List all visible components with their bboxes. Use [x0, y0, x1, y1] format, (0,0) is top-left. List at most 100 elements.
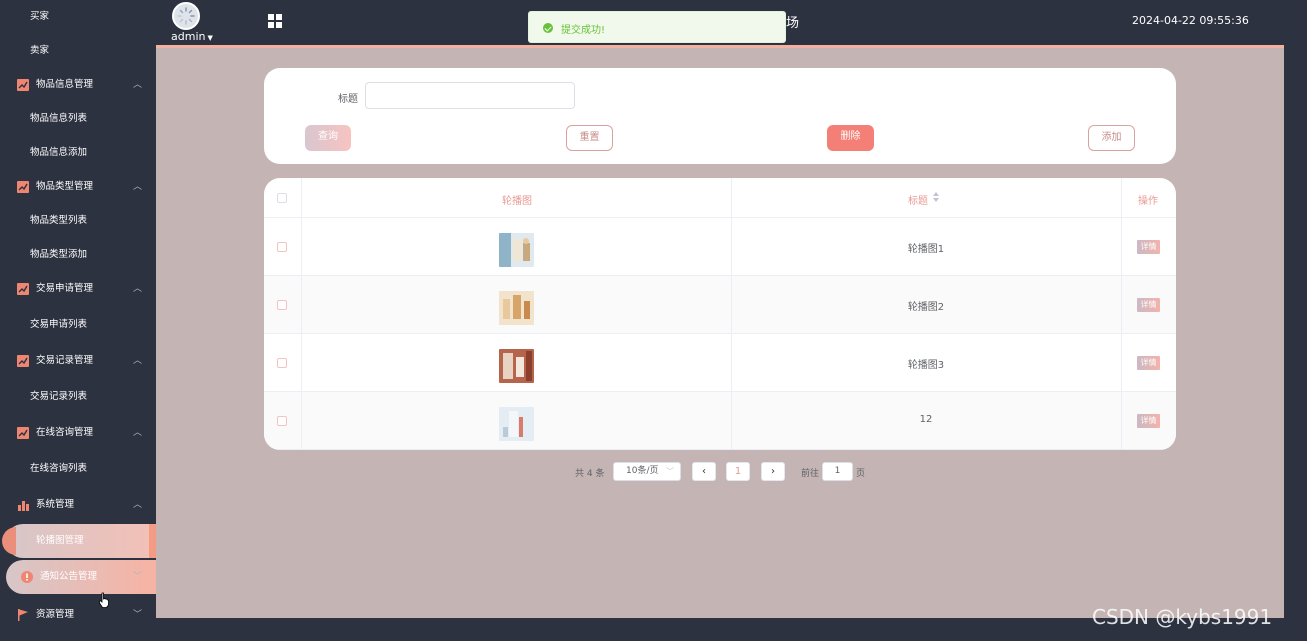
- sidebar-item-label: 轮播图管理: [36, 535, 84, 546]
- sidebar-item-label: 物品类型管理: [36, 181, 94, 192]
- detail-button[interactable]: 详情: [1137, 240, 1160, 254]
- carousel-thumbnail[interactable]: [499, 407, 534, 441]
- sidebar-group-item-type[interactable]: 物品类型管理 ︿: [0, 170, 156, 204]
- reset-button[interactable]: 重置: [566, 125, 613, 151]
- add-button[interactable]: 添加: [1088, 125, 1135, 151]
- sidebar-item-seller[interactable]: 卖家: [0, 34, 156, 68]
- column-header-action: 操作: [1138, 196, 1158, 207]
- sidebar-group-trade-record[interactable]: 交易记录管理 ︿: [0, 344, 156, 378]
- sidebar-group-trade-request[interactable]: 交易申请管理 ︿: [0, 272, 156, 306]
- column-divider: [731, 178, 732, 450]
- line-chart-icon: [17, 79, 29, 91]
- chevron-down-icon: ﹀: [132, 572, 142, 582]
- pagination: 共 4 条 10条/页 ﹀ ‹ 1 › 前往 1 页: [156, 462, 1284, 482]
- delete-button[interactable]: 删除: [827, 125, 874, 151]
- query-button[interactable]: 查询: [305, 125, 351, 151]
- next-page-button[interactable]: ›: [761, 462, 785, 481]
- loading-spinner-icon: [177, 7, 195, 25]
- page-size-value: 10条/页: [626, 466, 659, 476]
- row-title: 轮播图2: [907, 302, 945, 313]
- chevron-up-icon: ︿: [132, 284, 142, 294]
- goto-label: 前往: [801, 469, 820, 479]
- sidebar-group-item-info[interactable]: 物品信息管理 ︿: [0, 68, 156, 102]
- chevron-up-icon: ︿: [132, 80, 142, 90]
- chevron-up-icon: ︿: [132, 500, 142, 510]
- chevron-down-icon: ﹀: [132, 610, 142, 620]
- goto-page-input[interactable]: 1: [822, 462, 853, 481]
- carousel-thumbnail[interactable]: [499, 233, 534, 267]
- sort-caret-icon[interactable]: [932, 191, 940, 203]
- total-count: 共 4 条: [575, 469, 605, 479]
- table-row: 轮播图3 详情: [264, 334, 1176, 392]
- sidebar-item-item-type-add[interactable]: 物品类型添加: [0, 238, 156, 272]
- sidebar-item-label: 物品信息列表: [30, 113, 88, 124]
- sidebar-item-label: 资源管理: [36, 609, 75, 620]
- sidebar-item-item-info-list[interactable]: 物品信息列表: [0, 102, 156, 136]
- detail-button[interactable]: 详情: [1137, 414, 1160, 428]
- hand-cursor-icon: [99, 592, 109, 608]
- sidebar-item-item-type-list[interactable]: 物品类型列表: [0, 204, 156, 238]
- line-chart-icon: [17, 427, 29, 439]
- datetime: 2024-04-22 09:55:36: [1132, 14, 1249, 27]
- table-row: 轮播图1 详情: [264, 218, 1176, 276]
- column-header-title[interactable]: 标题: [908, 192, 928, 207]
- carousel-thumbnail[interactable]: [499, 291, 534, 325]
- row-title: 12: [919, 414, 933, 425]
- carousel-table: 轮播图 标题 操作 轮播图1 详情 轮播图2 详情 轮播图3 详情 12 详情: [264, 178, 1176, 450]
- sidebar-group-resource[interactable]: 资源管理 ﹀: [0, 598, 156, 632]
- success-toast: 提交成功!: [528, 11, 786, 43]
- sidebar-item-item-info-add[interactable]: 物品信息添加: [0, 136, 156, 170]
- chevron-up-icon: ︿: [132, 428, 142, 438]
- title-search-input[interactable]: [365, 82, 575, 109]
- info-icon: [21, 571, 33, 583]
- row-checkbox[interactable]: [277, 242, 287, 252]
- sidebar-group-system[interactable]: 系统管理 ︿: [0, 488, 156, 522]
- column-header-image: 轮播图: [502, 196, 532, 207]
- sidebar-item-label: 在线咨询列表: [30, 463, 88, 474]
- grid-menu-icon[interactable]: [268, 14, 282, 28]
- system-title: 场: [786, 16, 800, 31]
- page-number-button[interactable]: 1: [726, 462, 750, 481]
- column-divider: [1121, 178, 1122, 450]
- sidebar-item-trade-request-list[interactable]: 交易申请列表: [0, 306, 156, 344]
- table-row: 12 详情: [264, 392, 1176, 450]
- user-menu[interactable]: admin ▼: [171, 30, 213, 43]
- sidebar-item-label: 交易申请列表: [30, 319, 88, 330]
- sidebar-item-consult-list[interactable]: 在线咨询列表: [0, 450, 156, 488]
- row-checkbox[interactable]: [277, 358, 287, 368]
- prev-page-button[interactable]: ‹: [692, 462, 716, 481]
- chevron-down-icon: ﹀: [666, 467, 674, 476]
- sidebar: 买家 卖家 物品信息管理 ︿ 物品信息列表 物品信息添加 物品类型管理 ︿ 物品…: [0, 0, 156, 641]
- carousel-thumbnail[interactable]: [499, 349, 534, 383]
- table-header: 轮播图 标题 操作: [264, 178, 1176, 218]
- row-title: 轮播图3: [907, 360, 945, 371]
- page-size-select[interactable]: 10条/页 ﹀: [613, 462, 681, 481]
- sidebar-item-label: 交易记录列表: [30, 391, 88, 402]
- sidebar-item-carousel[interactable]: 轮播图管理: [2, 524, 156, 558]
- detail-button[interactable]: 详情: [1137, 356, 1160, 370]
- select-all-checkbox[interactable]: [277, 193, 287, 203]
- sidebar-item-label: 卖家: [30, 45, 50, 56]
- sidebar-group-notice[interactable]: 通知公告管理 ﹀: [6, 560, 156, 594]
- page-suffix: 页: [856, 469, 866, 479]
- row-checkbox[interactable]: [277, 300, 287, 310]
- search-panel: 标题 查询 重置 删除 添加: [264, 68, 1176, 164]
- sidebar-item-label: 物品类型添加: [30, 249, 88, 260]
- line-chart-icon: [17, 181, 29, 193]
- sidebar-item-label: 通知公告管理: [40, 571, 98, 582]
- chevron-up-icon: ︿: [132, 356, 142, 366]
- detail-button[interactable]: 详情: [1137, 298, 1160, 312]
- main-content: 标题 查询 重置 删除 添加 轮播图 标题 操作 轮播图1 详情 轮播图2 详情: [156, 48, 1284, 618]
- toast-message: 提交成功!: [561, 25, 606, 36]
- sidebar-item-trade-record-list[interactable]: 交易记录列表: [0, 378, 156, 416]
- username: admin: [171, 30, 206, 43]
- avatar[interactable]: [172, 2, 200, 30]
- sidebar-item-buyer[interactable]: 买家: [0, 0, 156, 34]
- row-checkbox[interactable]: [277, 416, 287, 426]
- column-divider: [301, 178, 302, 450]
- bar-chart-icon: [18, 501, 29, 511]
- caret-down-icon: ▼: [207, 34, 213, 42]
- sidebar-item-label: 交易申请管理: [36, 283, 94, 294]
- sidebar-group-consult[interactable]: 在线咨询管理 ︿: [0, 416, 156, 450]
- watermark: CSDN @kybs1991: [1092, 605, 1273, 629]
